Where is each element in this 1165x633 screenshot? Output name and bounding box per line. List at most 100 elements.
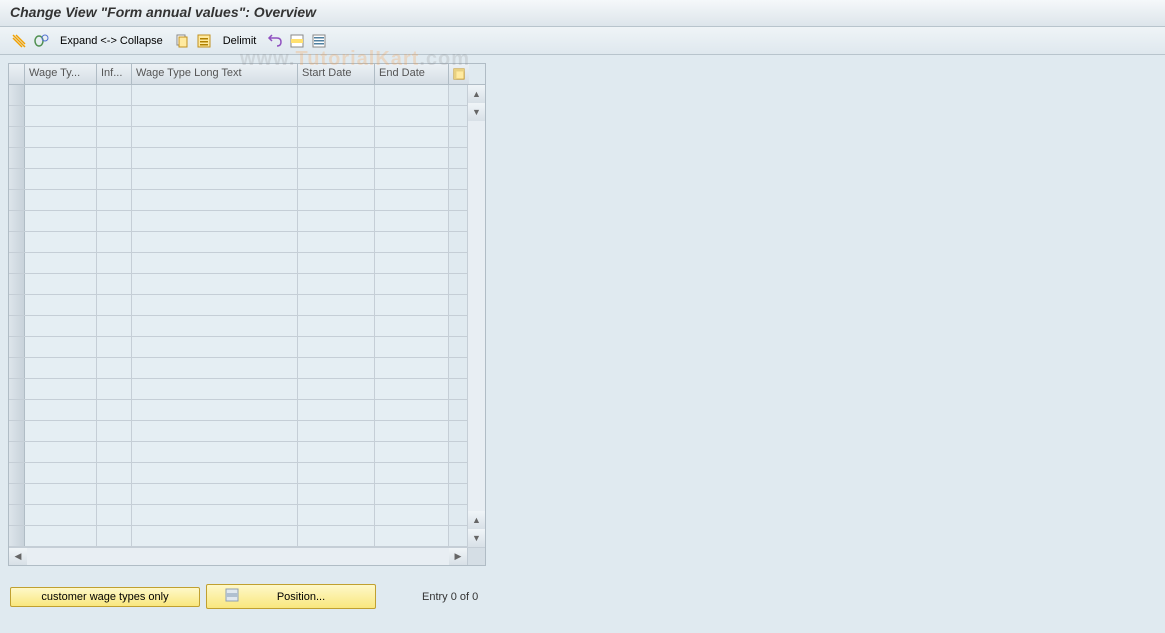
row-selector[interactable]: [9, 127, 25, 147]
cell-end-date[interactable]: [375, 127, 449, 147]
cell-infotype[interactable]: [97, 400, 132, 420]
cell-end-date[interactable]: [375, 190, 449, 210]
cell-end-date[interactable]: [375, 442, 449, 462]
cell-end-date[interactable]: [375, 169, 449, 189]
scroll-down-arrow-icon[interactable]: ▼: [468, 103, 485, 121]
cell-end-date[interactable]: [375, 421, 449, 441]
cell-start-date[interactable]: [298, 190, 375, 210]
cell-start-date[interactable]: [298, 442, 375, 462]
cell-infotype[interactable]: [97, 505, 132, 525]
undo-icon[interactable]: [266, 32, 284, 50]
cell-infotype[interactable]: [97, 337, 132, 357]
cell-wage-type[interactable]: [25, 505, 97, 525]
cell-wage-type[interactable]: [25, 295, 97, 315]
horizontal-scrollbar[interactable]: ◀ ▶: [9, 547, 485, 565]
row-selector[interactable]: [9, 505, 25, 525]
cell-wage-type[interactable]: [25, 379, 97, 399]
cell-wage-type[interactable]: [25, 127, 97, 147]
cell-long-text[interactable]: [132, 484, 298, 504]
scroll-down-arrow-icon[interactable]: ▼: [468, 529, 485, 547]
row-selector[interactable]: [9, 274, 25, 294]
cell-wage-type[interactable]: [25, 211, 97, 231]
row-selector[interactable]: [9, 316, 25, 336]
row-selector[interactable]: [9, 358, 25, 378]
col-header-infotype[interactable]: Inf...: [97, 64, 132, 84]
row-selector[interactable]: [9, 337, 25, 357]
cell-infotype[interactable]: [97, 442, 132, 462]
cell-start-date[interactable]: [298, 505, 375, 525]
cell-start-date[interactable]: [298, 484, 375, 504]
cell-long-text[interactable]: [132, 232, 298, 252]
delimit-button[interactable]: Delimit: [217, 35, 263, 47]
cell-start-date[interactable]: [298, 421, 375, 441]
col-header-wage-type[interactable]: Wage Ty...: [25, 64, 97, 84]
cell-long-text[interactable]: [132, 505, 298, 525]
row-selector[interactable]: [9, 295, 25, 315]
cell-infotype[interactable]: [97, 316, 132, 336]
table-config-icon[interactable]: [449, 64, 469, 84]
cell-end-date[interactable]: [375, 505, 449, 525]
cell-start-date[interactable]: [298, 400, 375, 420]
expand-collapse-button[interactable]: Expand <-> Collapse: [54, 35, 169, 47]
other-view-icon[interactable]: [10, 32, 28, 50]
cell-long-text[interactable]: [132, 85, 298, 105]
cell-long-text[interactable]: [132, 526, 298, 546]
row-selector[interactable]: [9, 148, 25, 168]
cell-long-text[interactable]: [132, 169, 298, 189]
cell-long-text[interactable]: [132, 211, 298, 231]
row-selector[interactable]: [9, 169, 25, 189]
row-selector[interactable]: [9, 421, 25, 441]
cell-long-text[interactable]: [132, 421, 298, 441]
cell-infotype[interactable]: [97, 379, 132, 399]
cell-end-date[interactable]: [375, 379, 449, 399]
scroll-up-arrow-icon[interactable]: ▲: [468, 85, 485, 103]
cell-wage-type[interactable]: [25, 484, 97, 504]
select-all-icon[interactable]: [195, 32, 213, 50]
cell-infotype[interactable]: [97, 211, 132, 231]
cell-infotype[interactable]: [97, 253, 132, 273]
row-selector[interactable]: [9, 85, 25, 105]
cell-infotype[interactable]: [97, 484, 132, 504]
cell-infotype[interactable]: [97, 127, 132, 147]
cell-infotype[interactable]: [97, 358, 132, 378]
cell-start-date[interactable]: [298, 106, 375, 126]
col-header-start-date[interactable]: Start Date: [298, 64, 375, 84]
vertical-scrollbar[interactable]: ▲ ▼ ▲ ▼: [467, 85, 485, 547]
cell-wage-type[interactable]: [25, 358, 97, 378]
cell-wage-type[interactable]: [25, 85, 97, 105]
row-selector[interactable]: [9, 526, 25, 546]
row-selector[interactable]: [9, 484, 25, 504]
cell-long-text[interactable]: [132, 148, 298, 168]
cell-long-text[interactable]: [132, 190, 298, 210]
deselect-all-icon[interactable]: [310, 32, 328, 50]
cell-end-date[interactable]: [375, 400, 449, 420]
row-selector[interactable]: [9, 400, 25, 420]
position-button[interactable]: Position...: [206, 584, 376, 609]
cell-infotype[interactable]: [97, 148, 132, 168]
customer-wage-types-button[interactable]: customer wage types only: [10, 587, 200, 607]
cell-start-date[interactable]: [298, 253, 375, 273]
cell-start-date[interactable]: [298, 379, 375, 399]
cell-wage-type[interactable]: [25, 442, 97, 462]
row-selector[interactable]: [9, 253, 25, 273]
cell-infotype[interactable]: [97, 421, 132, 441]
cell-wage-type[interactable]: [25, 316, 97, 336]
cell-wage-type[interactable]: [25, 232, 97, 252]
cell-long-text[interactable]: [132, 358, 298, 378]
row-selector[interactable]: [9, 379, 25, 399]
cell-wage-type[interactable]: [25, 463, 97, 483]
cell-wage-type[interactable]: [25, 253, 97, 273]
cell-start-date[interactable]: [298, 85, 375, 105]
cell-start-date[interactable]: [298, 295, 375, 315]
new-entries-icon[interactable]: [32, 32, 50, 50]
cell-long-text[interactable]: [132, 442, 298, 462]
cell-wage-type[interactable]: [25, 190, 97, 210]
cell-end-date[interactable]: [375, 484, 449, 504]
cell-infotype[interactable]: [97, 295, 132, 315]
cell-infotype[interactable]: [97, 274, 132, 294]
cell-start-date[interactable]: [298, 463, 375, 483]
cell-start-date[interactable]: [298, 232, 375, 252]
cell-long-text[interactable]: [132, 127, 298, 147]
cell-end-date[interactable]: [375, 463, 449, 483]
cell-wage-type[interactable]: [25, 106, 97, 126]
